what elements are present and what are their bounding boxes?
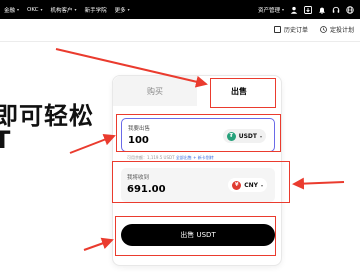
chevron-down-icon: ▾ [74, 7, 77, 12]
nav-item-label: 机构客户 [50, 7, 73, 14]
history-orders-link[interactable]: 历史订单 [273, 25, 308, 34]
recurring-plan-label: 定投计划 [329, 27, 354, 34]
history-orders-label: 历史订单 [283, 27, 308, 34]
nav-item-more[interactable]: 更多 ▾ [115, 6, 130, 14]
top-navigation-bar: 金融 ▾ OKC ▾ 机构客户 ▾ 新手学院 更多 ▾ 资产管理 ▾ [0, 0, 360, 19]
chevron-down-icon: ▾ [17, 7, 20, 12]
chevron-down-icon: ▾ [281, 7, 284, 12]
notification-bell-icon[interactable] [318, 6, 326, 14]
asset-management-menu[interactable]: 资产管理 ▾ [258, 6, 284, 14]
document-icon [273, 26, 281, 33]
header-divider [0, 41, 360, 42]
sell-all-link[interactable]: 全部出售 [176, 155, 192, 160]
nav-item-label: OKC [27, 6, 39, 13]
nav-item-label: 金融 [4, 7, 16, 14]
hero-headline: 即可轻松 [0, 102, 94, 130]
nav-item-institutional[interactable]: 机构客户 ▾ [51, 6, 77, 14]
clock-icon [320, 26, 327, 33]
annotation-arrow-receive [292, 177, 345, 190]
annotation-box-receive-amount [112, 161, 290, 203]
nav-item-label: 新手学院 [84, 7, 107, 14]
annotation-box-sell-button [115, 216, 276, 256]
annotation-arrow-amount [69, 134, 116, 154]
nav-right-tools: 资产管理 ▾ [258, 0, 354, 19]
download-icon[interactable] [304, 5, 312, 14]
available-balance-text: 可用余额：1,119.5 USDT [127, 155, 175, 160]
nav-item-finance[interactable]: 金融 ▾ [4, 6, 19, 14]
annotation-box-sell-tab [210, 78, 276, 108]
annotation-box-sell-amount [116, 114, 281, 152]
chevron-down-icon: ▾ [127, 7, 130, 12]
globe-icon[interactable] [346, 5, 354, 14]
nav-item-label: 更多 [114, 7, 126, 14]
tab-buy[interactable]: 购买 [113, 76, 197, 106]
nav-item-okc[interactable]: OKC ▾ [27, 7, 43, 13]
support-headset-icon[interactable] [332, 6, 340, 14]
nav-menu: 金融 ▾ OKC ▾ 机构客户 ▾ 新手学院 更多 ▾ [0, 6, 138, 14]
hero-headline-line2: T [0, 126, 11, 154]
annotation-arrow-button [83, 237, 114, 251]
recurring-plan-link[interactable]: 定投计划 [320, 25, 354, 34]
user-icon[interactable] [290, 6, 298, 14]
asset-management-label: 资产管理 [257, 7, 280, 14]
nav-item-academy[interactable]: 新手学院 [85, 6, 107, 14]
order-toolbar: 历史订单 定投计划 [273, 25, 354, 34]
chevron-down-icon: ▾ [40, 7, 43, 12]
transfer-link[interactable]: + 新卡划转 [193, 155, 214, 160]
